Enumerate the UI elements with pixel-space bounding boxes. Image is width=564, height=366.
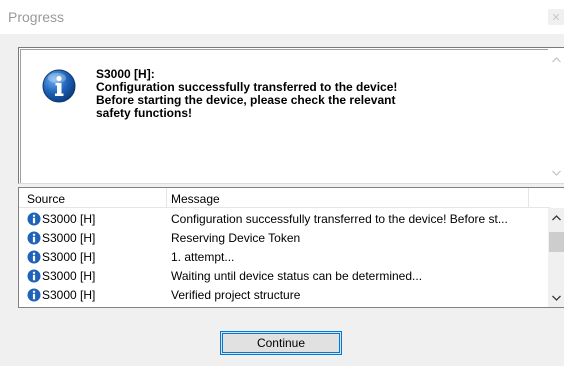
column-header-message[interactable]: Message xyxy=(171,192,220,206)
row-source: S3000 [H] xyxy=(42,288,96,302)
chevron-up-icon[interactable] xyxy=(552,215,561,221)
list-item[interactable]: S3000 [H] Reserving Device Token xyxy=(19,229,550,248)
message-box: S3000 [H]: Configuration successfully tr… xyxy=(18,47,564,184)
info-icon xyxy=(42,69,76,103)
row-source: S3000 [H] xyxy=(42,231,96,245)
row-message: Reserving Device Token xyxy=(171,231,301,245)
chevron-down-icon[interactable] xyxy=(552,295,561,301)
message-scrollbar[interactable] xyxy=(548,49,564,182)
row-message: Configuration successfully transferred t… xyxy=(171,212,508,226)
column-header-source[interactable]: Source xyxy=(27,192,65,206)
info-icon xyxy=(27,212,41,226)
list-item[interactable]: S3000 [H] 1. attempt... xyxy=(19,248,550,267)
close-button[interactable] xyxy=(548,9,564,25)
list-item[interactable]: S3000 [H] Verified project structure xyxy=(19,286,550,305)
window-title: Progress xyxy=(8,9,65,25)
chevron-up-icon[interactable] xyxy=(552,57,561,63)
column-divider[interactable] xyxy=(166,188,167,208)
log-scrollbar[interactable] xyxy=(548,208,564,307)
row-message: Verified project structure xyxy=(171,288,301,302)
row-source: S3000 [H] xyxy=(42,250,96,264)
close-icon xyxy=(553,14,559,20)
message-line: safety functions! xyxy=(96,106,193,120)
message-text: S3000 [H]: Configuration successfully tr… xyxy=(96,68,476,120)
row-source: S3000 [H] xyxy=(42,212,96,226)
continue-button[interactable]: Continue xyxy=(220,331,342,355)
chevron-down-icon[interactable] xyxy=(552,170,561,176)
list-header: Source Message xyxy=(19,188,550,208)
column-divider[interactable] xyxy=(528,188,529,208)
log-list: Source Message S3000 [H] Configuration s… xyxy=(18,187,564,308)
info-icon xyxy=(27,250,41,264)
row-message: 1. attempt... xyxy=(171,250,235,264)
title-bar: Progress xyxy=(0,0,564,34)
scrollbar-thumb[interactable] xyxy=(549,232,564,252)
row-message: Waiting until device status can be deter… xyxy=(171,269,423,283)
info-icon xyxy=(27,231,41,245)
list-item[interactable]: S3000 [H] Configuration successfully tra… xyxy=(19,210,550,229)
info-icon xyxy=(27,269,41,283)
list-item[interactable]: S3000 [H] Waiting until device status ca… xyxy=(19,267,550,286)
row-source: S3000 [H] xyxy=(42,269,96,283)
info-icon xyxy=(27,288,41,302)
